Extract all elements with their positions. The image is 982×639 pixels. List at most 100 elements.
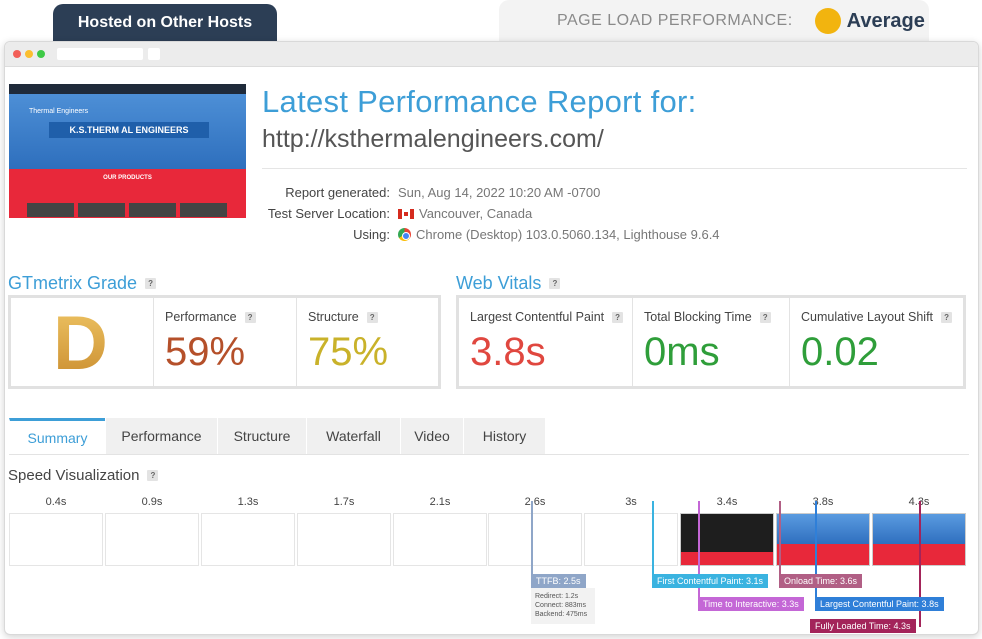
- grade-letter-cell: D: [11, 298, 154, 386]
- help-icon[interactable]: ?: [244, 311, 256, 323]
- tab-structure[interactable]: Structure: [217, 418, 306, 454]
- tti-line: [698, 501, 700, 604]
- browser-window: Thermal Engineers K.S.THERM AL ENGINEERS…: [4, 41, 979, 635]
- using-row: Using: Chrome (Desktop) 103.0.5060.134, …: [185, 227, 785, 242]
- gtmetrix-grade-label: GTmetrix Grade: [8, 273, 138, 293]
- report-tabs: Summary Performance Structure Waterfall …: [9, 418, 545, 454]
- canada-flag-icon: [398, 208, 414, 219]
- thumbnail-sign: K.S.THERM AL ENGINEERS: [49, 122, 209, 138]
- filmstrip-frame[interactable]: [680, 513, 774, 566]
- performance-score-cell: Performance? 59%: [154, 298, 297, 386]
- web-vitals-box: Largest Contentful Paint? 3.8s Total Blo…: [456, 295, 966, 389]
- performance-label: PAGE LOAD PERFORMANCE:: [557, 12, 793, 29]
- tab-video[interactable]: Video: [400, 418, 463, 454]
- report-generated-label: Report generated:: [285, 185, 390, 200]
- help-icon[interactable]: ?: [941, 311, 953, 323]
- using-value: Chrome (Desktop) 103.0.5060.134, Lightho…: [416, 227, 720, 242]
- tabs-divider: [9, 454, 969, 455]
- performance-status-dot: [814, 8, 841, 34]
- web-vitals-title: Web Vitals?: [456, 273, 561, 294]
- speed-visualization-title: Speed Visualization?: [8, 467, 159, 484]
- test-location-value: Vancouver, Canada: [419, 206, 533, 221]
- help-icon[interactable]: ?: [366, 311, 378, 323]
- lcp-value: 3.8s: [470, 330, 546, 374]
- filmstrip-frame[interactable]: [488, 513, 582, 566]
- report-title: Latest Performance Report for:: [262, 84, 697, 119]
- help-icon[interactable]: ?: [759, 311, 771, 323]
- new-tab-button[interactable]: [148, 48, 160, 60]
- thumbnail-products-title: OUR PRODUCTS: [103, 175, 152, 181]
- close-window-button[interactable]: [13, 50, 21, 58]
- filmstrip-frame[interactable]: [584, 513, 678, 566]
- thumbnail-hero: Thermal Engineers K.S.THERM AL ENGINEERS: [9, 94, 246, 169]
- performance-score-value: 59%: [165, 330, 246, 374]
- structure-score-label: Structure: [308, 310, 359, 324]
- tab-waterfall[interactable]: Waterfall: [306, 418, 400, 454]
- frame-time-label: 0.4s: [45, 496, 67, 508]
- minimize-window-button[interactable]: [25, 50, 33, 58]
- lcp-cell: Largest Contentful Paint? 3.8s: [459, 298, 633, 386]
- filmstrip-frame[interactable]: [105, 513, 199, 566]
- filmstrip-frame[interactable]: [201, 513, 295, 566]
- thumbnail-logo: Thermal Engineers: [29, 108, 89, 115]
- using-label: Using:: [353, 227, 390, 242]
- cls-value: 0.02: [801, 330, 879, 374]
- lcp-line: [815, 501, 817, 604]
- gtmetrix-grade-title: GTmetrix Grade?: [8, 273, 157, 294]
- test-location-row: Test Server Location: Vancouver, Canada: [185, 206, 785, 221]
- ttfb-backend: Backend: 475ms: [535, 611, 588, 618]
- filmstrip-frame[interactable]: [9, 513, 103, 566]
- frame-time-label: 3.8s: [812, 496, 834, 508]
- onload-line: [779, 501, 781, 581]
- grade-letter: D: [53, 301, 108, 386]
- filmstrip-frame[interactable]: [393, 513, 487, 566]
- browser-tab[interactable]: [57, 48, 143, 60]
- hosting-tab: Hosted on Other Hosts: [53, 4, 277, 42]
- gtmetrix-grade-box: D Performance? 59% Structure? 75%: [8, 295, 441, 389]
- help-icon[interactable]: ?: [145, 278, 157, 289]
- structure-score-value: 75%: [308, 330, 389, 374]
- tbt-value: 0ms: [644, 330, 720, 374]
- frame-time-label: 2.6s: [524, 496, 546, 508]
- ttfb-marker: TTFB: 2.5s: [531, 574, 586, 588]
- test-location-label: Test Server Location:: [267, 206, 390, 221]
- frame-time-label: 3.4s: [716, 496, 738, 508]
- maximize-window-button[interactable]: [37, 50, 45, 58]
- ttfb-details: Redirect: 1.2s Connect: 883ms Backend: 4…: [531, 588, 595, 624]
- ttfb-redirect: Redirect: 1.2s: [535, 593, 579, 600]
- frame-time-label: 0.9s: [141, 496, 163, 508]
- tti-marker: Time to Interactive: 3.3s: [698, 597, 804, 611]
- frame-time-label: 1.3s: [237, 496, 259, 508]
- tab-history[interactable]: History: [463, 418, 545, 454]
- performance-value: Average: [846, 9, 925, 32]
- help-icon[interactable]: ?: [549, 278, 561, 289]
- report-generated-row: Report generated: Sun, Aug 14, 2022 10:2…: [185, 185, 785, 200]
- fcp-line: [652, 501, 654, 581]
- thumbnail-nav-bar: [9, 84, 246, 94]
- tab-summary[interactable]: Summary: [9, 418, 105, 454]
- filmstrip-frame[interactable]: [776, 513, 870, 566]
- fcp-marker: First Contentful Paint: 3.1s: [652, 574, 769, 588]
- onload-marker: Onload Time: 3.6s: [779, 574, 863, 588]
- ttfb-connect: Connect: 883ms: [535, 602, 586, 609]
- cls-cell: Cumulative Layout Shift? 0.02: [790, 298, 963, 386]
- tbt-label: Total Blocking Time: [644, 310, 752, 324]
- filmstrip-frame[interactable]: [297, 513, 391, 566]
- tbt-cell: Total Blocking Time? 0ms: [633, 298, 790, 386]
- cls-label: Cumulative Layout Shift: [801, 310, 934, 324]
- performance-score-label: Performance: [165, 310, 237, 324]
- frame-time-label: 2.1s: [429, 496, 451, 508]
- structure-score-cell: Structure? 75%: [297, 298, 438, 386]
- tab-performance[interactable]: Performance: [105, 418, 217, 454]
- report-url[interactable]: http://ksthermalengineers.com/: [262, 125, 604, 154]
- help-icon[interactable]: ?: [612, 311, 624, 323]
- fully-loaded-marker: Fully Loaded Time: 4.3s: [810, 619, 916, 633]
- frame-time-label: 1.7s: [333, 496, 355, 508]
- help-icon[interactable]: ?: [147, 470, 159, 481]
- hosting-tab-label: Hosted on Other Hosts: [77, 14, 253, 31]
- lcp-label: Largest Contentful Paint: [470, 310, 605, 324]
- report-generated-value: Sun, Aug 14, 2022 10:20 AM -0700: [398, 185, 601, 200]
- web-vitals-label: Web Vitals: [456, 273, 542, 293]
- page-load-performance-tab: PAGE LOAD PERFORMANCE: Average: [499, 0, 929, 42]
- speed-visualization-label: Speed Visualization: [8, 467, 140, 484]
